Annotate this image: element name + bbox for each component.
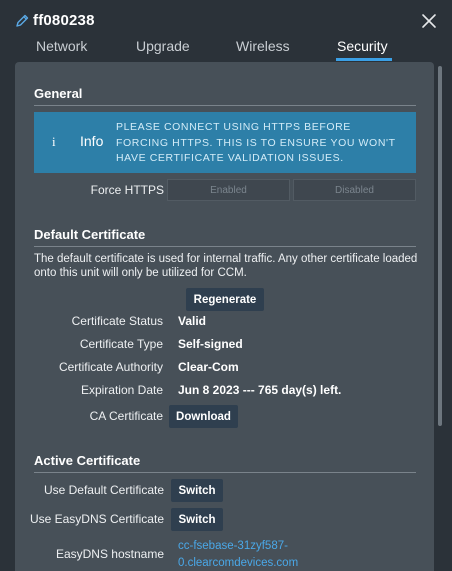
tab-network[interactable]: Network [36,38,87,62]
easydns-hostname-link[interactable]: cc-fsebase-31zyf587- 0.clearcomdevices.c… [178,538,328,571]
switch-default-certificate-button[interactable]: Switch [171,479,223,502]
info-icon: i [52,134,56,149]
active-tab-indicator [336,58,392,61]
section-divider [34,246,416,247]
hostname-line-1: cc-fsebase-31zyf587- [178,540,288,552]
switch-easydns-certificate-button[interactable]: Switch [171,508,223,531]
device-title: ff080238 [33,12,95,29]
hostname-line-2: 0.clearcomdevices.com [178,557,299,569]
title-wrap: ff080238 [14,12,95,29]
section-title-default-certificate: Default Certificate [34,227,146,242]
close-icon[interactable] [421,13,437,29]
use-default-certificate-label: Use Default Certificate [43,483,164,497]
force-https-enabled-option[interactable]: Enabled [167,179,290,201]
certificate-authority-value: Clear-Com [178,360,239,374]
info-label: Info [80,133,104,149]
certificate-status-value: Valid [178,314,207,328]
force-https-label: Force HTTPS [90,183,164,197]
section-divider [34,472,416,473]
expiration-date-value: Jun 8 2023 --- 765 day(s) left. [178,383,342,397]
pencil-icon[interactable] [14,13,30,29]
section-title-general: General [34,86,83,101]
default-certificate-description: The default certificate is used for inte… [34,253,418,279]
expiration-date-label: Expiration Date [80,383,163,397]
force-https-disabled-option[interactable]: Disabled [293,179,416,201]
use-easydns-certificate-label: Use EasyDNS Certificate [29,512,164,526]
info-banner: i Info PLEASE CONNECT USING HTTPS BEFORE… [34,112,416,173]
certificate-status-label: Certificate Status [71,314,163,328]
ca-certificate-label: CA Certificate [89,409,163,423]
security-panel: General i Info PLEASE CONNECT USING HTTP… [15,62,434,571]
info-message: PLEASE CONNECT USING HTTPS BEFORE FORCIN… [116,121,396,164]
tab-upgrade[interactable]: Upgrade [136,38,190,62]
section-divider [34,105,416,106]
certificate-authority-label: Certificate Authority [58,360,163,374]
scrollbar-thumb[interactable] [438,66,442,426]
tab-wireless[interactable]: Wireless [236,38,290,62]
download-button[interactable]: Download [169,405,238,428]
section-title-active-certificate: Active Certificate [34,453,141,468]
regenerate-button[interactable]: Regenerate [186,288,264,311]
certificate-type-value: Self-signed [178,337,243,351]
certificate-type-label: Certificate Type [79,337,163,351]
easydns-hostname-label: EasyDNS hostname [55,547,164,561]
